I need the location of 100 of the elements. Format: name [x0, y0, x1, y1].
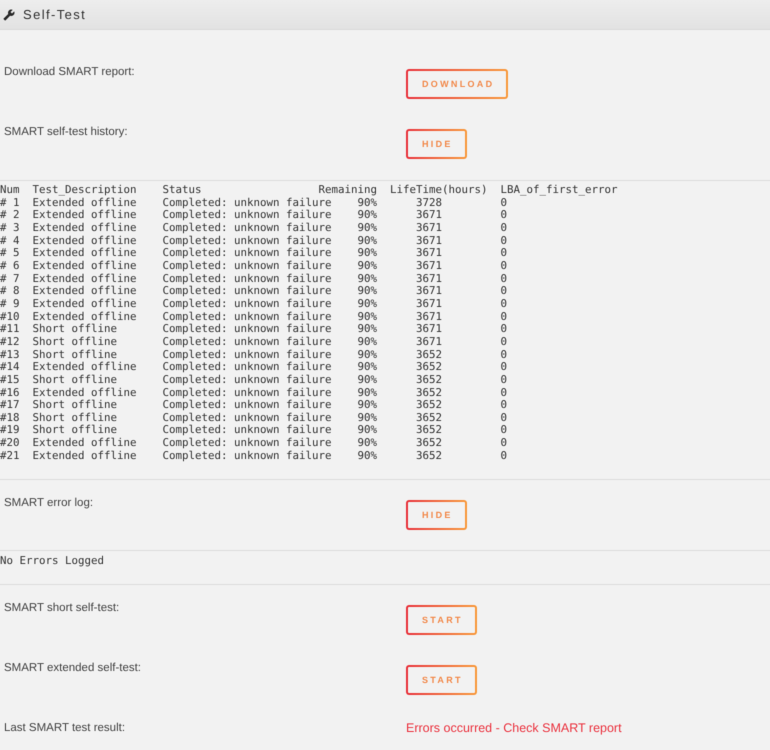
- table-cell: Completed: unknown failure: [162, 234, 332, 248]
- table-cell: 3671: [416, 234, 442, 248]
- table-cell: 3652: [416, 450, 442, 462]
- table-cell: Completed: unknown failure: [162, 260, 332, 273]
- table-cell: #21: [0, 450, 20, 462]
- table-cell: Extended offline: [32, 298, 137, 311]
- table-cell: 90%: [357, 450, 377, 462]
- table-cell: 0: [500, 222, 508, 235]
- table-cell: Completed: unknown failure: [162, 196, 332, 210]
- table-cell: 3671: [416, 323, 442, 336]
- table-cell: 0: [500, 424, 508, 438]
- table-cell: 90%: [357, 285, 377, 298]
- table-cell: Completed: unknown failure: [162, 285, 332, 298]
- field-label: SMART error log:: [4, 496, 94, 510]
- table-cell: 90%: [357, 437, 377, 450]
- table-cell: Completed: unknown failure: [162, 323, 332, 336]
- table-cell: # 9: [0, 298, 20, 311]
- table-cell: Extended offline: [32, 247, 137, 260]
- table-cell: 0: [500, 310, 508, 324]
- table-cell: 3671: [416, 298, 442, 311]
- table-cell: Short offline: [32, 336, 118, 349]
- table-cell: Extended offline: [32, 272, 137, 286]
- table-cell: 0: [500, 285, 508, 298]
- table-cell: 90%: [357, 209, 377, 222]
- table-cell: 90%: [357, 412, 377, 424]
- table-cell: 90%: [357, 247, 377, 260]
- table-cell: 0: [500, 336, 508, 349]
- table-cell: Completed: unknown failure: [162, 450, 332, 462]
- table-cell: 0: [500, 437, 508, 450]
- table-cell: 3671: [416, 222, 442, 235]
- table-cell: Completed: unknown failure: [162, 374, 332, 386]
- table-cell: Extended offline: [32, 222, 137, 235]
- table-cell: 90%: [357, 336, 377, 349]
- table-cell: 0: [500, 247, 508, 260]
- table-cell: #17: [0, 399, 20, 412]
- table-cell: #11: [0, 323, 20, 336]
- action-button[interactable]: DOWNLOAD: [406, 69, 508, 99]
- table-cell: Extended offline: [32, 234, 137, 248]
- table-cell: Completed: unknown failure: [162, 209, 332, 222]
- table-cell: #16: [0, 386, 20, 400]
- table-cell: #13: [0, 348, 20, 362]
- table-cell: 0: [500, 348, 508, 362]
- table-cell: Extended offline: [32, 450, 137, 462]
- column-header: Remaining: [318, 184, 377, 197]
- table-cell: #19: [0, 424, 20, 438]
- table-cell: Short offline: [32, 374, 118, 386]
- table-cell: Completed: unknown failure: [162, 437, 332, 450]
- table-cell: #14: [0, 361, 20, 374]
- table-cell: 90%: [357, 361, 377, 374]
- table-cell: Extended offline: [32, 361, 137, 374]
- action-button[interactable]: HIDE: [406, 129, 467, 159]
- table-cell: 0: [500, 260, 508, 273]
- table-cell: Short offline: [32, 323, 118, 336]
- table-cell: Extended offline: [32, 310, 137, 324]
- table-cell: Completed: unknown failure: [162, 424, 332, 438]
- table-cell: Short offline: [32, 412, 118, 424]
- table-cell: 3671: [416, 285, 442, 298]
- wrench-icon: [3, 8, 15, 20]
- table-cell: 0: [500, 412, 508, 424]
- table-cell: 0: [500, 298, 508, 311]
- table-cell: Extended offline: [32, 196, 137, 210]
- table-cell: Extended offline: [32, 285, 137, 298]
- table-cell: Completed: unknown failure: [162, 412, 332, 424]
- table-cell: # 7: [0, 272, 20, 286]
- table-cell: #18: [0, 412, 20, 424]
- table-cell: 0: [500, 374, 508, 386]
- table-cell: 3652: [416, 412, 442, 424]
- table-cell: Completed: unknown failure: [162, 399, 332, 412]
- table-cell: Extended offline: [32, 260, 137, 273]
- table-cell: # 4: [0, 234, 20, 248]
- table-cell: #10: [0, 310, 20, 324]
- table-cell: Extended offline: [32, 209, 137, 222]
- table-cell: 3671: [416, 209, 442, 222]
- table-cell: # 1: [0, 196, 20, 210]
- table-cell: 3652: [416, 348, 442, 362]
- table-cell: 90%: [357, 386, 377, 400]
- table-cell: 3652: [416, 399, 442, 412]
- table-cell: 3652: [416, 361, 442, 374]
- table-cell: Short offline: [32, 424, 118, 438]
- field-label: SMART short self-test:: [4, 601, 120, 616]
- status-message: Errors occurred - Check SMART report: [406, 721, 622, 736]
- table-cell: 3671: [416, 260, 442, 273]
- action-button[interactable]: START: [406, 605, 477, 636]
- table-cell: # 2: [0, 209, 20, 222]
- action-button[interactable]: HIDE: [406, 500, 467, 530]
- table-cell: # 3: [0, 222, 20, 235]
- action-button[interactable]: START: [406, 665, 477, 696]
- table-cell: 0: [500, 450, 508, 462]
- table-cell: Short offline: [32, 348, 118, 362]
- table-cell: Completed: unknown failure: [162, 336, 332, 349]
- table-cell: 90%: [357, 399, 377, 412]
- table-cell: 90%: [357, 234, 377, 248]
- table-cell: Extended offline: [32, 386, 137, 400]
- table-cell: 90%: [357, 310, 377, 324]
- table-cell: Completed: unknown failure: [162, 386, 332, 400]
- field-label: Last SMART test result:: [4, 721, 126, 736]
- table-cell: 3652: [416, 424, 442, 438]
- table-cell: 90%: [357, 323, 377, 336]
- table-cell: 3652: [416, 386, 442, 400]
- table-cell: 90%: [357, 272, 377, 286]
